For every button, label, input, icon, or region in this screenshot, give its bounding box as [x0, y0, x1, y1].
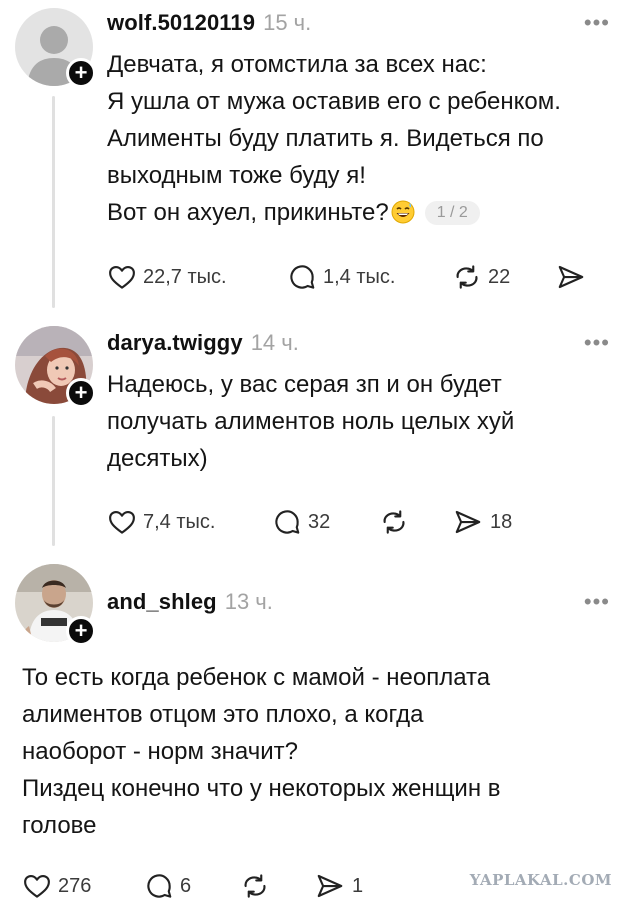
send-icon: [558, 265, 584, 289]
share-button[interactable]: 1: [314, 869, 363, 903]
share-count: 1: [352, 874, 364, 897]
watermark: YAPLAKAL.COM: [469, 871, 612, 889]
post-header: and_shleg 13 ч.: [107, 589, 273, 615]
repost-button[interactable]: [379, 505, 415, 539]
post-actions: 7,4 тыс. 32 18: [107, 505, 607, 539]
post-text: Девчата, я отомстила за всех нас: Я ушла…: [107, 51, 561, 226]
post-text-block: Девчата, я отомстила за всех нас: Я ушла…: [107, 46, 627, 231]
like-button[interactable]: 276: [22, 869, 91, 903]
username[interactable]: darya.twiggy: [107, 330, 243, 356]
comment-icon: [275, 510, 300, 534]
repost-count: 22: [488, 265, 511, 288]
share-count: 18: [490, 510, 513, 533]
like-count: 7,4 тыс.: [143, 510, 216, 533]
comment-button[interactable]: 1,4 тыс.: [287, 260, 395, 294]
timestamp: 14 ч.: [250, 330, 299, 355]
heart-icon: [109, 265, 135, 289]
post-1: + wolf.50120119 15 ч. ••• Девчата, я ото…: [0, 0, 640, 320]
post-2: + darya.twiggy 14 ч. ••• Надеюсь, у вас …: [0, 320, 640, 560]
like-button[interactable]: 7,4 тыс.: [107, 505, 215, 539]
comment-button[interactable]: 32: [272, 505, 330, 539]
post-text: Надеюсь, у вас серая зп и он будет получ…: [107, 371, 515, 472]
like-count: 22,7 тыс.: [143, 265, 227, 288]
repost-icon: [244, 874, 266, 898]
like-count: 276: [58, 874, 92, 897]
comment-count: 6: [180, 874, 192, 897]
thread-line: [52, 96, 55, 308]
follow-button[interactable]: +: [66, 58, 96, 88]
follow-button[interactable]: +: [66, 616, 96, 646]
more-options-button[interactable]: •••: [584, 330, 610, 356]
grinning-sweat-emoji-icon: [391, 200, 415, 224]
comment-button[interactable]: 6: [144, 869, 191, 903]
timestamp: 15 ч.: [263, 10, 312, 35]
post-actions: 22,7 тыс. 1,4 тыс. 22: [107, 260, 607, 294]
username[interactable]: wolf.50120119: [107, 10, 255, 36]
post-actions: 276 6 1: [22, 869, 402, 903]
repost-button[interactable]: 22: [452, 260, 510, 294]
post-header: darya.twiggy 14 ч.: [107, 330, 299, 356]
comment-icon: [147, 874, 172, 898]
repost-icon: [456, 265, 478, 289]
thread-line: [52, 416, 55, 546]
post-text: То есть когда ребенок с мамой - неоплата…: [22, 664, 501, 839]
post-3: + and_shleg 13 ч. ••• То есть когда ребе…: [0, 560, 640, 910]
post-header: wolf.50120119 15 ч.: [107, 10, 311, 36]
carousel-pager[interactable]: 1 / 2: [424, 201, 480, 225]
share-button[interactable]: [555, 260, 593, 294]
comment-count: 1,4 тыс.: [323, 265, 396, 288]
more-options-button[interactable]: •••: [584, 589, 610, 615]
repost-icon: [383, 510, 405, 534]
share-button[interactable]: 18: [452, 505, 512, 539]
comment-count: 32: [308, 510, 331, 533]
more-options-button[interactable]: •••: [584, 10, 610, 36]
heart-icon: [24, 874, 50, 898]
send-icon: [317, 874, 343, 898]
heart-icon: [109, 510, 135, 534]
username[interactable]: and_shleg: [107, 589, 217, 615]
timestamp: 13 ч.: [224, 589, 273, 614]
repost-button[interactable]: [240, 869, 276, 903]
send-icon: [455, 510, 481, 534]
comment-icon: [290, 265, 315, 289]
like-button[interactable]: 22,7 тыс.: [107, 260, 227, 294]
follow-button[interactable]: +: [66, 378, 96, 408]
